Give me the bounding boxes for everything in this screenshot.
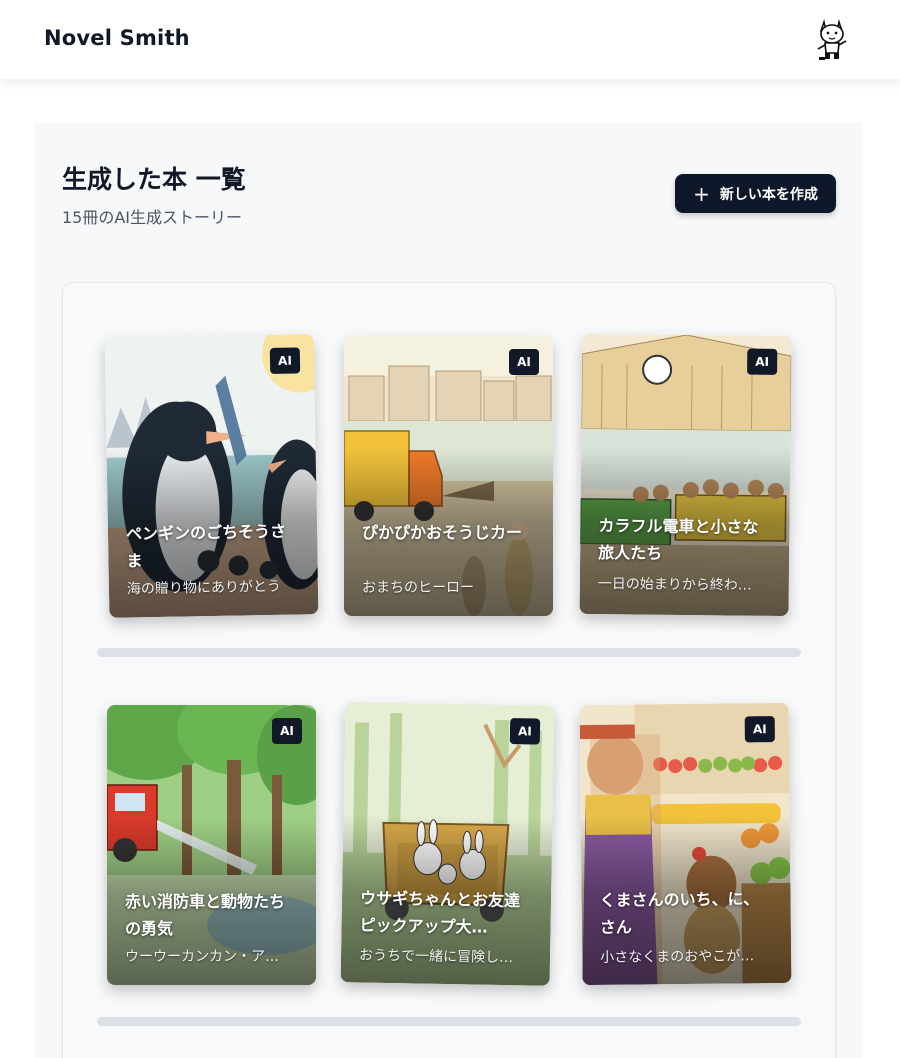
book-card[interactable]: AI ぴかぴかおそうじカー おまちのヒーロー	[344, 336, 553, 616]
new-book-button[interactable]: + 新しい本を作成	[675, 174, 836, 213]
plus-icon: +	[693, 181, 710, 206]
cat-mascot-icon[interactable]	[812, 16, 852, 62]
book-title: ペンギンのごちそうさま	[125, 521, 287, 571]
ai-badge: AI	[509, 349, 539, 375]
page-title: 生成した本 一覧	[62, 165, 246, 194]
new-book-button-label: 新しい本を作成	[719, 186, 818, 203]
book-description: 海の贈り物にありがとう	[126, 578, 282, 598]
book-title: 赤い消防車と動物たちの勇気	[125, 892, 286, 938]
book-description: 一日の始まりから終わ…	[597, 576, 752, 594]
ai-badge: AI	[272, 718, 302, 744]
book-card[interactable]: AI ウサギちゃんとお友達ピックアップ大… おうちで一緒に冒険し…	[340, 702, 555, 986]
app-header: Novel Smith	[0, 0, 900, 79]
ai-badge: AI	[747, 348, 778, 375]
shelf-divider	[97, 648, 801, 657]
shelf-divider	[97, 1017, 801, 1026]
book-card[interactable]: AI カラフル電車と小さな旅人たち 一日の始まりから終わ…	[579, 333, 792, 617]
book-description: ウーウーカンカン・ア…	[125, 949, 279, 965]
book-title: くまさんのいち、に、さん	[599, 889, 760, 937]
book-card[interactable]: AI 赤い消防車と動物たちの勇気 ウーウーカンカン・ア…	[107, 705, 316, 985]
ai-badge: AI	[269, 347, 301, 374]
brand-logo[interactable]: Novel Smith	[44, 26, 190, 50]
book-description: 小さなくまのおやこが…	[600, 948, 755, 966]
page-subtitle: 15冊のAI生成ストーリー	[62, 208, 243, 227]
book-title: カラフル電車と小さな旅人たち	[598, 516, 759, 563]
ai-badge: AI	[509, 718, 541, 745]
book-description: おうちで一緒に冒険し…	[358, 947, 514, 967]
ai-badge: AI	[744, 716, 775, 743]
book-card[interactable]: AI くまさんのいち、に、さん 小さなくまのおやこが…	[579, 702, 792, 986]
book-card[interactable]: AI ペンギンのごちそうさま 海の贈り物にありがとう	[104, 334, 319, 618]
book-title: ウサギちゃんとお友達ピックアップ大…	[359, 888, 521, 937]
book-title: ぴかぴかおそうじカー	[362, 523, 523, 542]
book-description: おまちのヒーロー	[362, 580, 474, 596]
